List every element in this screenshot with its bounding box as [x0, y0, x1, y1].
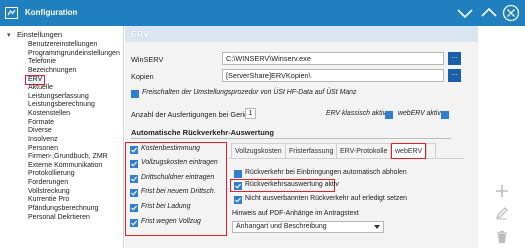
frist-ladung-checkbox[interactable]	[130, 204, 138, 212]
anzahl-field[interactable]: 1	[245, 108, 256, 119]
tab-strip-line	[229, 158, 464, 159]
edit-pencil-icon[interactable]	[495, 206, 509, 220]
vollzugskosten-checkbox[interactable]	[130, 160, 138, 168]
tab-weberv[interactable]: webERV	[391, 143, 427, 159]
einbringungen-abholen-label: Rückverkehr bei Einbringungen automatisc…	[245, 169, 407, 176]
section-divider	[131, 138, 451, 139]
collapse-icon[interactable]: ▾	[7, 31, 17, 39]
tree-item[interactable]: Bezeichnungen	[28, 67, 76, 74]
check-label: Frist bei Ladung	[141, 203, 191, 210]
tree-root-label: Einstellungen	[17, 30, 63, 39]
winserv-label: WinSERV	[131, 55, 164, 64]
freischalten-label: Freischalten der Umstellungsprozedur von…	[142, 89, 357, 96]
tab-fristerfassung[interactable]: Fristerfassung	[285, 143, 338, 159]
restore-chevron-icon[interactable]	[480, 4, 498, 22]
kostenbestimmung-checkbox[interactable]	[130, 146, 138, 154]
settings-tree: ▾ Einstellungen Benutzereinstellungen Pro…	[0, 26, 124, 248]
window-title: Konfiguration	[25, 8, 78, 17]
close-icon[interactable]	[502, 4, 520, 22]
minimize-chevron-icon[interactable]	[456, 4, 474, 22]
tree-item[interactable]: Kostenstellen	[28, 110, 70, 117]
check-label: Kostenbestimmung	[141, 145, 200, 152]
kopien-browse-button[interactable]: ...	[448, 69, 461, 82]
tree-item[interactable]: Forderungen	[28, 179, 68, 186]
erv-panel: ERV WinSERV C:\WINSERV\Winserv.exe ... K…	[125, 26, 478, 248]
tree-list: Benutzereinstellungen Programmgrundeinst…	[25, 39, 120, 221]
weberv-aktiv-checkbox[interactable]	[441, 111, 449, 119]
rueckverkehrsauswertung-label: Rückverkehrsauswertung aktiv	[245, 181, 339, 188]
tab-overflow-stub	[426, 143, 436, 159]
tab-vollzugskosten[interactable]: Vollzugskosten	[231, 143, 286, 159]
rueckverkehrsauswertung-checkbox[interactable]	[234, 182, 242, 190]
pdf-anhang-select-value: Anhangart und Beschreibung	[236, 223, 327, 230]
tab-erv-protokolle[interactable]: ERV-Protokolle	[336, 143, 392, 159]
pdf-anhang-select[interactable]: Anhangart und Beschreibung	[232, 221, 384, 233]
panel-title: ERV	[131, 29, 150, 39]
check-label: Vollzugskosten eintragen	[141, 159, 218, 166]
weberv-aktiv-label: webERV aktiv	[398, 110, 441, 117]
nicht-ausverbannt-checkbox[interactable]	[234, 196, 242, 204]
frist-neuer-drittsch-checkbox[interactable]	[130, 189, 138, 197]
einbringungen-abholen-checkbox[interactable]	[234, 170, 242, 178]
check-label: Frist bei neuem Drittsch.	[141, 188, 216, 195]
erv-klassisch-checkbox[interactable]	[385, 111, 393, 119]
winserv-path-field[interactable]: C:\WINSERV\Winserv.exe	[222, 52, 444, 65]
add-icon[interactable]	[495, 184, 509, 198]
right-toolbar	[479, 26, 525, 248]
settings-window-icon	[5, 7, 18, 19]
pdf-hinweis-label: Hinweis auf PDF-Anhänge im Antragstext	[232, 210, 359, 217]
section-title: Automatische Rückverkehr-Auswertung	[131, 128, 274, 137]
freischalten-checkbox[interactable]	[131, 90, 139, 98]
delete-trash-icon[interactable]	[495, 230, 509, 244]
konfiguration-window: Konfiguration ▾ Einstellungen Benutzerein…	[0, 0, 525, 248]
tree-item[interactable]: Benutzereinstellungen	[28, 41, 97, 48]
anzahl-label: Anzahl der Ausfertigungen bei Gericht	[131, 110, 254, 119]
title-bar: Konfiguration	[0, 0, 525, 26]
drittschuldner-checkbox[interactable]	[130, 175, 138, 183]
check-label: Drittschuldner eintragen	[141, 174, 215, 181]
nicht-ausverbannt-label: Nicht ausverbannten Rückverkehr auf erle…	[245, 195, 408, 202]
tree-item[interactable]: Personal Dekrtieren	[28, 214, 90, 221]
tree-root[interactable]: ▾ Einstellungen	[7, 30, 62, 39]
kopien-path-field[interactable]: [ServerShare]ERVKopien\	[222, 69, 444, 82]
tree-item[interactable]: Pfändungsberechnung	[28, 205, 98, 212]
check-label: Frist wegen Vollzug	[141, 218, 201, 225]
erv-klassisch-label: ERV klassisch aktiv	[326, 110, 386, 117]
tree-item[interactable]: Insolvenz	[28, 136, 58, 143]
chevron-down-icon	[374, 225, 380, 229]
winserv-browse-button[interactable]: ...	[448, 52, 461, 65]
panel-header: ERV	[125, 26, 478, 42]
frist-vollzug-checkbox[interactable]	[130, 219, 138, 227]
kopien-label: Kopien	[131, 72, 154, 81]
